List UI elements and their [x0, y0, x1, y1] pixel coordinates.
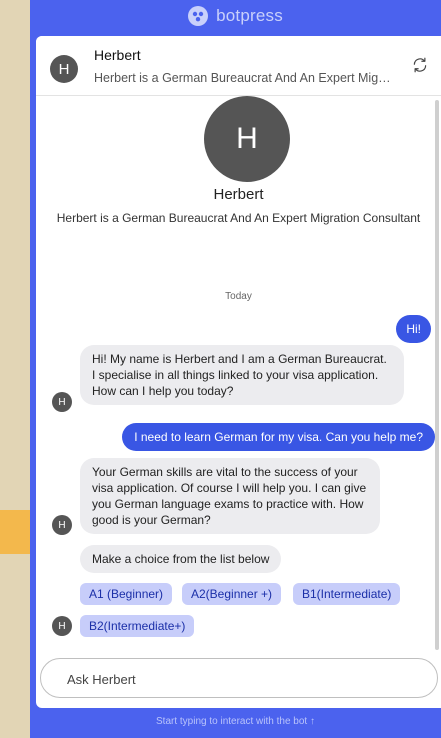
message-input[interactable]	[67, 669, 407, 689]
bot-name: Herbert	[94, 47, 141, 63]
bot-message-avatar: H	[52, 616, 72, 636]
composer-hint: Start typing to interact with the bot ↑	[156, 716, 315, 727]
bot-message-avatar: H	[52, 392, 72, 412]
profile-name: Herbert	[213, 186, 264, 203]
side-accent-tab	[0, 510, 30, 554]
bot-description: Herbert is a German Bureaucrat And An Ex…	[94, 71, 394, 85]
refresh-icon[interactable]	[411, 56, 429, 74]
profile-description: Herbert is a German Bureaucrat And An Ex…	[56, 211, 421, 225]
conversation-scrollbar[interactable]	[435, 100, 439, 650]
quick-reply-a1[interactable]: A1 (Beginner)	[80, 583, 173, 605]
bot-message: Make a choice from the list below	[80, 545, 282, 573]
chat-header: H Herbert Herbert is a German Bureaucrat…	[36, 36, 441, 96]
brand-name: botpress	[216, 6, 283, 25]
composer	[40, 658, 438, 698]
day-divider: Today	[225, 291, 252, 302]
quick-reply-b2[interactable]: B2(Intermediate+)	[80, 615, 195, 637]
chat-panel: H Herbert Herbert is a German Bureaucrat…	[36, 36, 441, 708]
profile-avatar: H	[204, 96, 290, 182]
user-message: Hi!	[396, 315, 431, 343]
quick-reply-b1[interactable]: B1(Intermediate)	[293, 583, 401, 605]
botpress-logo-icon	[188, 6, 209, 26]
bot-avatar: H	[50, 55, 78, 83]
bot-message-avatar: H	[52, 515, 72, 535]
bot-message: Hi! My name is Herbert and I am a German…	[80, 345, 404, 405]
quick-reply-a2[interactable]: A2(Beginner +)	[182, 583, 282, 605]
brand-header: botpress	[30, 4, 441, 28]
webchat-frame: botpress H Herbert Herbert is a German B…	[30, 0, 441, 738]
user-message: I need to learn German for my visa. Can …	[122, 423, 435, 451]
bot-message: Your German skills are vital to the succ…	[80, 458, 380, 534]
